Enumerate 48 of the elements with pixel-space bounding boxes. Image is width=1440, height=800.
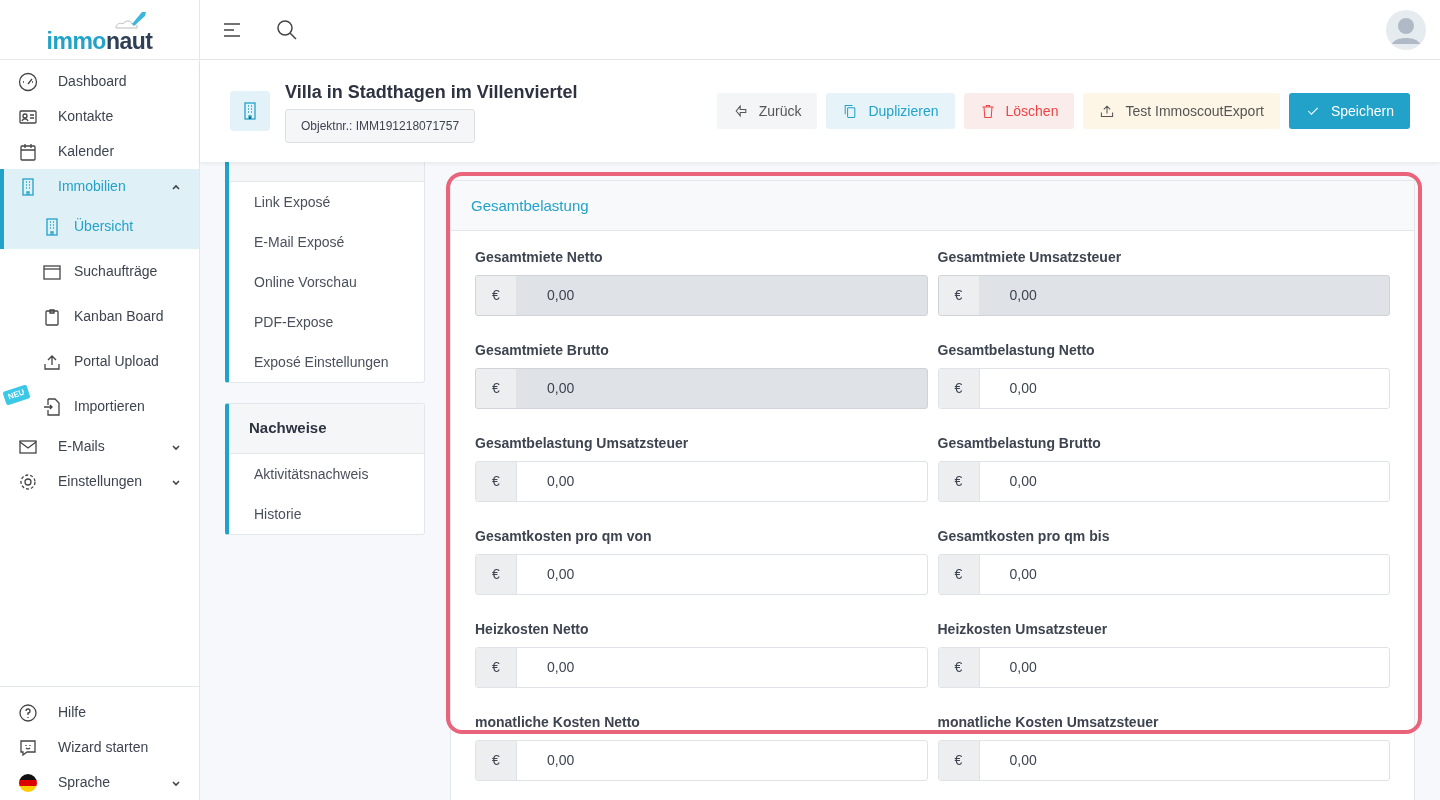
input-field[interactable]: € 0,00	[475, 647, 928, 688]
field-label: Gesamtbelastung Netto	[937, 341, 1096, 360]
page-title: Villa in Stadthagen im Villenviertel	[285, 81, 578, 104]
sidebar-item[interactable]: Wizard starten	[0, 730, 199, 765]
menu-link[interactable]: Historie	[229, 493, 424, 534]
input-field[interactable]: € 0,00	[475, 740, 928, 781]
sidebar-item[interactable]: Dashboard	[0, 64, 199, 99]
field-label: Gesamtbelastung Umsatzsteuer	[475, 434, 690, 453]
sidebar-item[interactable]: Hilfe	[0, 695, 199, 730]
field-label: monatliche Kosten Netto	[475, 713, 641, 732]
field-label: Gesamtmiete Netto	[475, 248, 604, 267]
field-label: monatliche Kosten Umsatzsteuer	[937, 713, 1160, 732]
field-label: Gesamtkosten pro qm von	[475, 527, 653, 546]
menu-link[interactable]: PDF-Expose	[229, 302, 424, 342]
menu-link[interactable]: Online Vorschau	[229, 262, 424, 302]
menu-link[interactable]: Link Exposé	[229, 182, 424, 222]
card-title: Nachweise	[229, 404, 424, 454]
sidebar-item[interactable]: Kalender	[0, 134, 199, 169]
sidebar-item[interactable]: Portal Upload	[0, 339, 199, 384]
field-label: Heizkosten Umsatzsteuer	[937, 620, 1109, 639]
field-label: Heizkosten Netto	[475, 620, 590, 639]
field-label: Gesamtmiete Umsatzsteuer	[937, 248, 1123, 267]
input-field[interactable]: € 0,00	[937, 740, 1390, 781]
menu-link[interactable]: E-Mail Exposé	[229, 222, 424, 262]
sidebar-item[interactable]: E-Mails	[0, 429, 199, 464]
sidebar-item[interactable]: Kanban Board	[0, 294, 199, 339]
input-field[interactable]: € 0,00	[937, 647, 1390, 688]
field-label: Gesamtkosten pro qm bis	[937, 527, 1111, 546]
sidebar-item[interactable]: Einstellungen	[0, 464, 199, 499]
card-title: Gesamtbelastung	[451, 181, 1414, 231]
sidebar-item[interactable]: Kontakte	[0, 99, 199, 134]
action-button[interactable]: Zurück	[716, 93, 818, 129]
sidebar-item[interactable]: Sprache	[0, 765, 199, 800]
logo-text: immonaut	[46, 30, 153, 53]
action-button[interactable]: Test ImmoscoutExport	[1083, 93, 1280, 129]
menu-link[interactable]: Exposé Einstellungen	[229, 342, 424, 382]
field-label: Gesamtbelastung Brutto	[937, 434, 1102, 453]
input-field[interactable]: € 0,00	[937, 554, 1390, 595]
sidebar-item[interactable]: Suchaufträge	[0, 249, 199, 294]
field-label: Gesamtmiete Brutto	[475, 341, 610, 360]
sidebar-item[interactable]: Importieren NEU	[0, 384, 199, 429]
object-number: Objektnr.: IMM191218071757	[285, 109, 476, 143]
input-field[interactable]: € 0,00	[937, 461, 1390, 502]
input-field[interactable]: € 0,00	[937, 368, 1390, 409]
input-field[interactable]: € 0,00	[475, 554, 928, 595]
menu-link[interactable]: Aktivitätsnachweis	[229, 453, 424, 494]
new-badge: NEU	[2, 384, 31, 406]
input-field[interactable]: € 0,00	[475, 461, 928, 502]
